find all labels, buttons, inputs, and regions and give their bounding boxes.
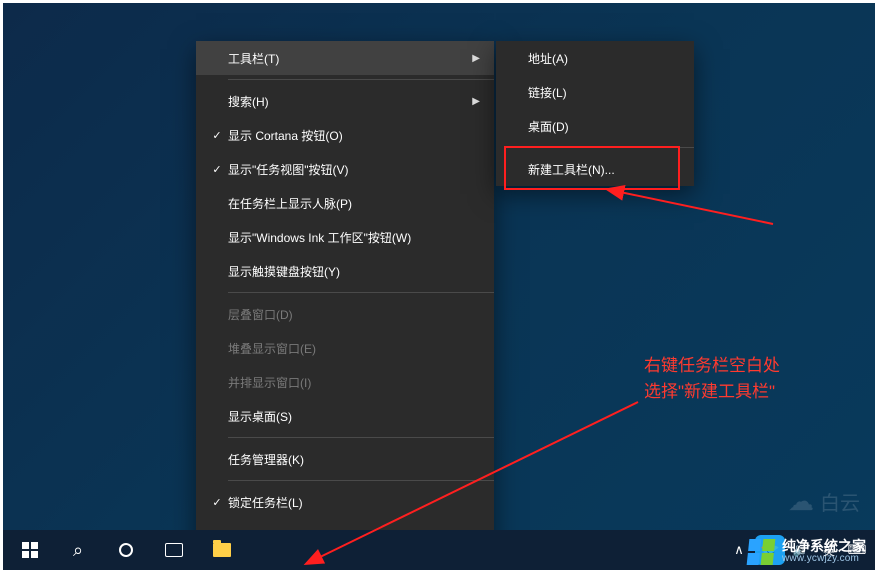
menu-item-stacked-windows: 堆叠显示窗口(E) [196, 331, 494, 365]
site-name: 纯净系统之家 [782, 539, 866, 554]
menu-label: 显示触摸键盘按钮(Y) [228, 263, 480, 280]
menu-label: 显示 Cortana 按钮(O) [228, 127, 480, 144]
annotation-text: 右键任务栏空白处 选择"新建工具栏" [644, 353, 780, 406]
menu-separator [228, 480, 494, 481]
menu-item-show-people[interactable]: 在任务栏上显示人脉(P) [196, 186, 494, 220]
site-logo-icon [747, 539, 776, 565]
menu-label: 层叠窗口(D) [228, 306, 480, 323]
menu-label: 地址(A) [528, 50, 680, 67]
submenu-item-address[interactable]: 地址(A) [496, 41, 694, 75]
menu-label: 桌面(D) [528, 118, 680, 135]
taskbar-context-menu: 工具栏(T) ▶ 搜索(H) ▶ 显示 Cortana 按钮(O) 显示"任务视… [196, 41, 494, 553]
menu-item-show-desktop[interactable]: 显示桌面(S) [196, 399, 494, 433]
start-button[interactable] [7, 530, 53, 570]
chevron-up-icon: ∧ [734, 542, 744, 558]
menu-label: 显示桌面(S) [228, 408, 480, 425]
search-icon [73, 540, 83, 561]
taskview-button[interactable] [151, 530, 197, 570]
site-badge: 纯净系统之家 www.ycwjzy.com [744, 537, 870, 567]
menu-item-task-manager[interactable]: 任务管理器(K) [196, 442, 494, 476]
site-url: www.ycwjzy.com [782, 554, 866, 565]
menu-label: 搜索(H) [228, 93, 454, 110]
menu-item-lock-taskbar[interactable]: 锁定任务栏(L) [196, 485, 494, 519]
annotation-highlight-box [504, 146, 680, 190]
menu-label: 任务管理器(K) [228, 451, 480, 468]
file-explorer-button[interactable] [199, 530, 245, 570]
taskbar-left [7, 530, 245, 570]
taskbar-search-button[interactable] [55, 530, 101, 570]
menu-separator [228, 79, 494, 80]
menu-label: 在任务栏上显示人脉(P) [228, 195, 480, 212]
arrow-to-new-toolbar [620, 192, 773, 224]
menu-label: 工具栏(T) [228, 50, 454, 67]
menu-label: 锁定任务栏(L) [228, 494, 480, 511]
check-icon [206, 129, 228, 142]
watermark-text: 白云 [820, 487, 860, 516]
menu-label: 显示"任务视图"按钮(V) [228, 161, 480, 178]
check-icon [206, 496, 228, 509]
menu-label: 堆叠显示窗口(E) [228, 340, 480, 357]
windows-logo-icon [22, 542, 38, 558]
annotation-line: 选择"新建工具栏" [644, 379, 780, 405]
check-icon [206, 163, 228, 176]
menu-item-show-touch-keyboard[interactable]: 显示触摸键盘按钮(Y) [196, 254, 494, 288]
menu-item-show-taskview[interactable]: 显示"任务视图"按钮(V) [196, 152, 494, 186]
taskview-icon [165, 543, 183, 557]
menu-label: 并排显示窗口(I) [228, 374, 480, 391]
menu-item-toolbars[interactable]: 工具栏(T) ▶ [196, 41, 494, 75]
menu-label: 显示"Windows Ink 工作区"按钮(W) [228, 229, 480, 246]
folder-icon [213, 543, 231, 557]
chevron-right-icon: ▶ [472, 53, 480, 64]
menu-item-show-ink[interactable]: 显示"Windows Ink 工作区"按钮(W) [196, 220, 494, 254]
submenu-item-desktop[interactable]: 桌面(D) [496, 109, 694, 143]
menu-item-show-cortana[interactable]: 显示 Cortana 按钮(O) [196, 118, 494, 152]
menu-label: 链接(L) [528, 84, 680, 101]
annotation-line: 右键任务栏空白处 [644, 353, 780, 379]
cloud-icon [788, 486, 814, 517]
cortana-icon [119, 543, 133, 557]
menu-item-search[interactable]: 搜索(H) ▶ [196, 84, 494, 118]
chevron-right-icon: ▶ [472, 96, 480, 107]
menu-item-cascade-windows: 层叠窗口(D) [196, 297, 494, 331]
menu-separator [228, 292, 494, 293]
menu-separator [228, 437, 494, 438]
menu-item-sidebyside-windows: 并排显示窗口(I) [196, 365, 494, 399]
cortana-button[interactable] [103, 530, 149, 570]
submenu-item-links[interactable]: 链接(L) [496, 75, 694, 109]
watermark: 白云 [788, 486, 860, 517]
